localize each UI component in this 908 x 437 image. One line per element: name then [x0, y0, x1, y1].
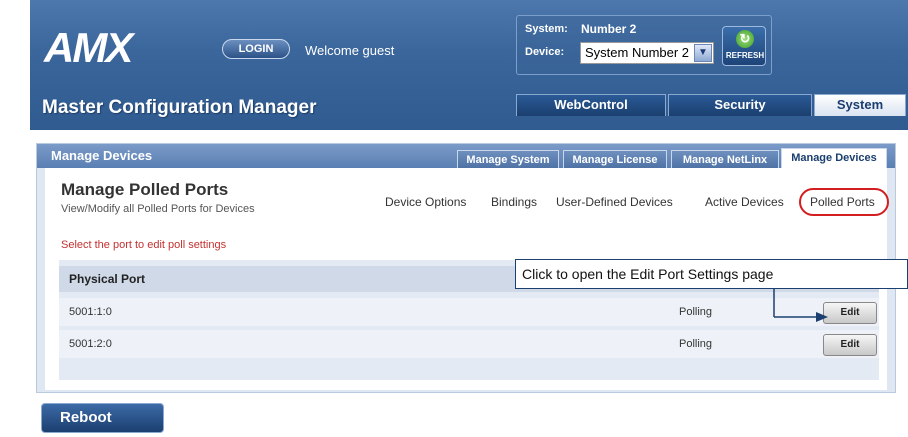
edit-button[interactable]: Edit [823, 302, 877, 324]
app-title: Master Configuration Manager [42, 97, 317, 118]
welcome-text: Welcome guest [305, 43, 395, 58]
tab-manage-devices[interactable]: Manage Devices [781, 148, 887, 170]
link-bindings[interactable]: Bindings [491, 195, 537, 209]
refresh-icon: ↻ [736, 30, 754, 48]
link-device-options[interactable]: Device Options [385, 195, 466, 209]
tab-webcontrol[interactable]: WebControl [516, 94, 666, 116]
status-cell: Polling [679, 306, 713, 318]
table-row[interactable]: 5001:1:0 Polling Edit [59, 298, 879, 326]
login-button[interactable]: LOGIN [222, 39, 290, 59]
instruction-text: Select the port to edit poll settings [61, 239, 227, 251]
table-row[interactable]: 5001:2:0 Polling Edit [59, 330, 879, 358]
panel-title: Manage Devices [51, 148, 153, 163]
system-device-box: System: Number 2 Device: System Number 2… [516, 15, 772, 75]
port-cell: 5001:2:0 [69, 338, 112, 350]
svg-text:AMX: AMX [43, 26, 136, 66]
callout-arrow [773, 289, 828, 322]
refresh-button[interactable]: ↻ REFRESH [722, 26, 766, 66]
link-active-devices[interactable]: Active Devices [705, 195, 784, 209]
callout-box: Click to open the Edit Port Settings pag… [515, 259, 908, 289]
status-cell: Polling [679, 338, 713, 350]
edit-button[interactable]: Edit [823, 334, 877, 356]
tab-manage-license[interactable]: Manage License [563, 150, 667, 170]
reboot-button[interactable]: Reboot [41, 403, 164, 433]
chevron-down-icon[interactable]: ▼ [694, 44, 712, 62]
panel-title-bar: Manage Devices Manage System Manage Lice… [37, 144, 895, 170]
column-physical-port: Physical Port [69, 272, 146, 286]
system-value: Number 2 [581, 22, 637, 36]
tab-security[interactable]: Security [668, 94, 812, 116]
device-select[interactable]: System Number 2 ▼ [580, 42, 714, 64]
device-select-value: System Number 2 [585, 45, 690, 60]
port-cell: 5001:1:0 [69, 306, 112, 318]
page-title: Manage Polled Ports [61, 180, 229, 199]
tab-system[interactable]: System [814, 94, 906, 116]
tab-manage-system[interactable]: Manage System [457, 150, 559, 170]
highlight-circle [799, 188, 889, 216]
link-user-defined-devices[interactable]: User-Defined Devices [556, 195, 673, 209]
amx-logo: AMX [43, 26, 138, 66]
tab-manage-netlinx[interactable]: Manage NetLinx [671, 150, 779, 170]
refresh-label: REFRESH [725, 51, 765, 60]
header-bar: AMX LOGIN Welcome guest System: Number 2… [30, 0, 908, 130]
system-label: System: [525, 23, 568, 35]
device-label: Device: [525, 46, 565, 58]
page-subtitle: View/Modify all Polled Ports for Devices [61, 203, 255, 215]
